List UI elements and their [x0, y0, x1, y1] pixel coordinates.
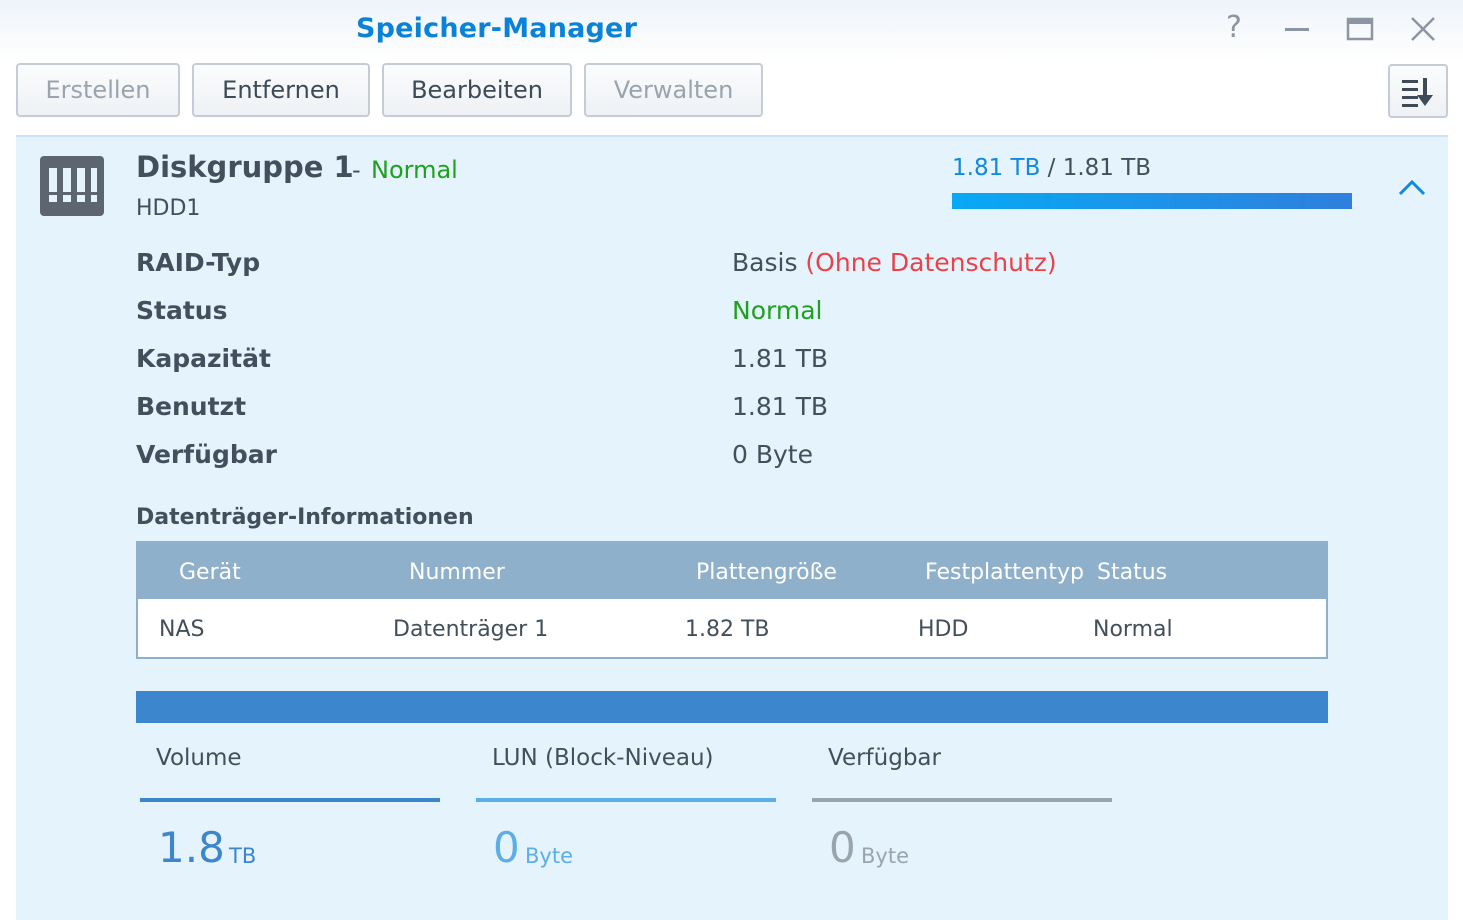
capacity-bar — [952, 193, 1352, 209]
capacity-separator: / — [1040, 155, 1063, 181]
help-icon: ? — [1226, 10, 1242, 45]
close-icon — [1411, 17, 1435, 41]
remove-button[interactable]: Entfernen — [192, 63, 370, 117]
usage-line-lun — [476, 798, 776, 802]
usage-bar — [136, 691, 1328, 723]
detail-label-status: Status — [136, 296, 228, 325]
edit-button[interactable]: Bearbeiten — [382, 63, 572, 117]
minimize-icon — [1285, 28, 1309, 31]
detail-value-available: 0 Byte — [732, 440, 813, 469]
maximize-icon — [1346, 17, 1374, 41]
column-header-status[interactable]: Status — [1097, 560, 1167, 585]
capacity-bar-fill — [952, 193, 1352, 209]
help-button[interactable]: ? — [1219, 13, 1249, 44]
table-cell-disk-type: HDD — [918, 617, 969, 642]
usage-value-available: 0 — [829, 823, 856, 872]
detail-value-status: Normal — [732, 296, 823, 325]
table-cell-number: Datenträger 1 — [393, 617, 549, 642]
column-header-number[interactable]: Nummer — [409, 560, 505, 585]
table-cell-status: Normal — [1093, 617, 1173, 642]
usage-label-available: Verfügbar — [828, 745, 941, 771]
usage-unit-available: Byte — [861, 844, 909, 868]
table-cell-device: NAS — [159, 617, 205, 642]
usage-label-volume: Volume — [156, 745, 242, 771]
app-title: Speicher-Manager — [356, 13, 638, 44]
table-header: Gerät Nummer Plattengröße Festplattentyp… — [138, 543, 1326, 599]
detail-value-used: 1.81 TB — [732, 392, 829, 421]
usage-line-available — [812, 798, 1112, 802]
usage-value-lun: 0 — [493, 823, 520, 872]
disk-info-title: Datenträger-Informationen — [136, 505, 474, 530]
detail-value-capacity: 1.81 TB — [732, 344, 829, 373]
collapse-chevron-icon[interactable] — [1396, 176, 1428, 200]
usage-unit-volume: TB — [229, 844, 257, 868]
sort-icon — [1402, 78, 1433, 107]
capacity-used: 1.81 TB — [952, 155, 1041, 181]
usage-label-lun: LUN (Block-Niveau) — [492, 745, 714, 771]
raid-type-note: (Ohne Datenschutz) — [805, 248, 1057, 277]
detail-label-capacity: Kapazität — [136, 344, 271, 373]
capacity-text: 1.81 TB / 1.81 TB — [952, 155, 1151, 181]
disk-info-table: Gerät Nummer Plattengröße Festplattentyp… — [136, 541, 1328, 659]
table-cell-size: 1.82 TB — [685, 617, 770, 642]
diskgroup-dash: - — [352, 156, 361, 184]
maximize-button[interactable] — [1345, 14, 1375, 44]
create-button[interactable]: Erstellen — [16, 63, 180, 117]
detail-label-used: Benutzt — [136, 392, 247, 421]
raid-type-value: Basis — [732, 248, 798, 277]
usage-unit-lun: Byte — [525, 844, 573, 868]
capacity-total: 1.81 TB — [1062, 155, 1152, 181]
disk-group-icon — [40, 156, 104, 216]
diskgroup-name: Diskgruppe 1 — [136, 150, 354, 184]
column-header-size[interactable]: Plattengröße — [696, 560, 837, 585]
detail-label-raid-type: RAID-Typ — [136, 248, 261, 277]
sort-button[interactable] — [1388, 64, 1448, 118]
diskgroup-subtitle: HDD1 — [136, 196, 201, 221]
column-header-disk-type[interactable]: Festplattentyp — [925, 560, 1084, 585]
diskgroup-status: Normal — [371, 156, 458, 184]
usage-line-volume — [140, 798, 440, 802]
close-button[interactable] — [1408, 14, 1438, 44]
usage-value-volume: 1.8 — [158, 823, 225, 872]
column-header-device[interactable]: Gerät — [179, 560, 241, 585]
minimize-button[interactable] — [1282, 14, 1312, 44]
detail-label-available: Verfügbar — [136, 440, 277, 469]
detail-value-raid-type: Basis (Ohne Datenschutz) — [732, 248, 1057, 277]
manage-button[interactable]: Verwalten — [584, 63, 763, 117]
